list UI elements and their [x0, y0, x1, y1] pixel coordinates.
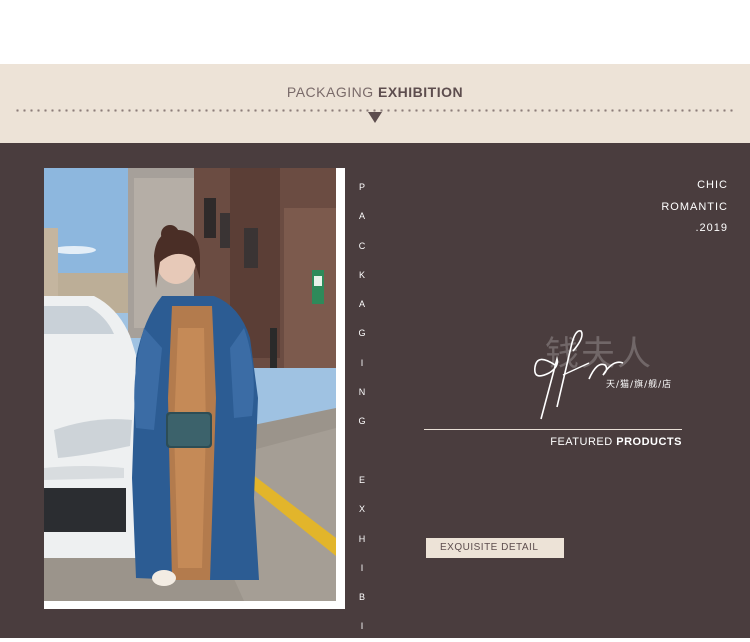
vertical-letter: [354, 437, 370, 466]
section-banner: PACKAGING EXHIBITION: [0, 64, 750, 143]
vertical-letter: B: [358, 592, 365, 603]
logo-subtitle: 天/猫/旗/舰/店: [606, 380, 673, 390]
triangle-down-icon: [368, 112, 382, 123]
exquisite-detail-button[interactable]: EXQUISITE DETAIL: [426, 538, 564, 558]
vertical-letter: G: [358, 328, 366, 339]
vertical-letter: A: [358, 211, 365, 222]
vertical-letter: I: [360, 357, 364, 368]
banner-title-bold: EXHIBITION: [377, 84, 464, 100]
featured-bold: PRODUCTS: [616, 436, 682, 448]
banner-title: PACKAGING EXHIBITION: [0, 84, 750, 100]
corner-line-year: .2019: [695, 222, 728, 234]
vertical-letter: E: [358, 474, 365, 485]
featured-products-label: FEATURED PRODUCTS: [550, 436, 682, 448]
vertical-letter: I: [360, 621, 364, 632]
top-spacer: [0, 0, 750, 64]
corner-caption: CHIC ROMANTIC .2019: [661, 175, 728, 240]
vertical-letter: P: [358, 182, 365, 192]
vertical-letter: X: [358, 504, 365, 515]
corner-line-romantic: ROMANTIC: [661, 200, 728, 213]
vertical-letter: K: [358, 269, 365, 280]
brand-logo: 钱夫人 天/猫/旗/舰/店: [515, 323, 695, 423]
vertical-letter: I: [360, 562, 364, 573]
divider-line: [424, 429, 682, 430]
vertical-letter: C: [358, 240, 366, 251]
corner-line-chic: CHIC: [697, 179, 728, 191]
featured-light: FEATURED: [550, 436, 613, 448]
vertical-letter: H: [358, 533, 366, 544]
content-panel: P A C K A G I N G E X H I B I CHIC ROMAN…: [0, 143, 750, 638]
banner-title-light: PACKAGING: [286, 84, 374, 100]
vertical-caption: P A C K A G I N G E X H I B I: [354, 173, 370, 642]
vertical-letter: N: [358, 387, 366, 398]
vertical-letter: A: [358, 299, 365, 310]
model-photo: [44, 168, 336, 601]
vertical-letter: G: [358, 416, 366, 427]
photo-frame: [44, 168, 345, 609]
logo-script-mark: [533, 330, 624, 420]
